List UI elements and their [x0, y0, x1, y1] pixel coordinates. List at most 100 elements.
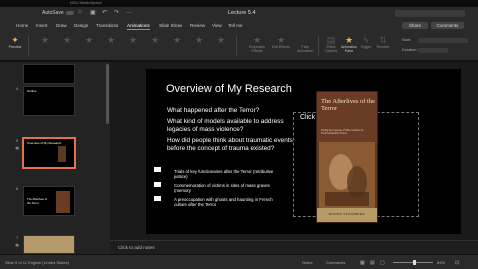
- tab-animations[interactable]: Animations: [127, 23, 150, 30]
- tab-design[interactable]: Design: [74, 23, 88, 28]
- preview-button[interactable]: ✦ Preview: [4, 35, 26, 49]
- animation-effect-7[interactable]: ★: [166, 35, 188, 45]
- bullet-3[interactable]: A preoccupation with ghosts and haunting…: [174, 197, 284, 207]
- emphasis-effects-button[interactable]: ★ Emphasis Effects: [246, 35, 268, 53]
- tab-insert[interactable]: Insert: [36, 23, 48, 28]
- book-cover-image[interactable]: The Afterlives of the Terror Facing the …: [316, 91, 378, 223]
- tab-home[interactable]: Home: [16, 23, 28, 28]
- thumbnail-book-image: [56, 191, 70, 213]
- comments-button[interactable]: Comments: [431, 22, 464, 29]
- animation-star-icon: ✱: [15, 146, 20, 152]
- animation-effect-3[interactable]: ★: [78, 35, 100, 45]
- exit-effects-label: Exit Effects: [272, 45, 290, 49]
- duration-input[interactable]: [418, 48, 448, 53]
- emphasis-effects-label: Emphasis Effects: [249, 45, 265, 53]
- thumbnail-number: 7: [16, 235, 19, 240]
- start-select[interactable]: [418, 38, 468, 43]
- slide-count: Slide 5 of 11: [5, 260, 27, 265]
- animation-effect-1[interactable]: ★: [34, 35, 56, 45]
- bullet-1[interactable]: Trials of key functionaries after the Te…: [174, 169, 284, 179]
- preview-icon: ✦: [11, 35, 19, 45]
- normal-view-icon[interactable]: ▦: [360, 260, 365, 266]
- undo-icon[interactable]: ↶: [102, 9, 107, 16]
- animation-effect-9[interactable]: ★: [210, 35, 232, 45]
- slide-indicator: Slide 5 of 11 English (United States): [5, 260, 69, 265]
- bullet-2[interactable]: Commemoration of victims in sites of mas…: [174, 183, 284, 193]
- tab-tell-me[interactable]: Tell me: [228, 23, 243, 28]
- save-icon[interactable]: ▣: [90, 9, 96, 16]
- slide-thumbnail-6[interactable]: The Afterlives of the Terror: [23, 186, 75, 216]
- star-icon: ★: [194, 35, 204, 45]
- reorder-button[interactable]: ⇅ Reorder: [372, 35, 394, 49]
- duration-label: Duration:: [402, 48, 418, 52]
- more-icon[interactable]: …: [126, 9, 132, 15]
- star-icon: ★: [106, 35, 116, 45]
- tab-slide-show[interactable]: Slide Show: [159, 23, 182, 28]
- search-input[interactable]: [395, 10, 465, 17]
- path-animation-button[interactable]: ◌ Path Animation: [294, 35, 316, 53]
- question-1[interactable]: What happened after the Terror?: [167, 107, 295, 115]
- question-2[interactable]: What kind of models available to address…: [167, 118, 295, 133]
- thumbnail-title: Outline: [27, 89, 37, 93]
- thumbnail-number: 5: [16, 138, 19, 143]
- notes-toggle[interactable]: Notes: [302, 260, 312, 265]
- notes-placeholder[interactable]: Click to add notes: [118, 245, 155, 250]
- redo-icon[interactable]: ↷: [114, 9, 119, 16]
- star-icon: ★: [128, 35, 138, 45]
- window-title: Lecture 5.4: [228, 10, 256, 16]
- share-button[interactable]: Share: [402, 22, 428, 29]
- reading-view-icon[interactable]: ▢: [380, 260, 385, 266]
- notes-pane[interactable]: Click to add notes: [110, 240, 478, 254]
- preview-label: Preview: [8, 45, 22, 49]
- painting-illustration: [319, 142, 375, 208]
- path-animation-label: Path Animation: [297, 45, 313, 53]
- slide-thumbnail-3[interactable]: [23, 64, 75, 84]
- thumbnail-title: The Afterlives of the Terror: [27, 197, 48, 205]
- tab-review[interactable]: Review: [190, 23, 205, 28]
- language-indicator[interactable]: English (United States): [28, 260, 69, 265]
- book-author-band: RONEN STEINBERG: [317, 208, 377, 222]
- animation-star-icon: ✱: [15, 243, 20, 249]
- thumbnail-scrollbar[interactable]: [106, 64, 109, 124]
- question-3[interactable]: How did people think about traumatic eve…: [167, 137, 295, 152]
- bullet-marker: [154, 196, 161, 201]
- reorder-icon: ⇅: [379, 35, 387, 45]
- home-icon[interactable]: ⌂: [78, 9, 82, 15]
- autosave-label: AutoSave: [42, 10, 64, 16]
- current-slide[interactable]: Overview of My Research What happened af…: [146, 69, 461, 234]
- slide-thumbnail-5[interactable]: Overview of My Research: [23, 138, 75, 168]
- zoom-slider-knob[interactable]: [413, 260, 416, 265]
- tab-view[interactable]: View: [212, 23, 222, 28]
- autosave-switch[interactable]: [65, 10, 74, 15]
- comments-toggle[interactable]: Comments: [326, 260, 345, 265]
- animation-effect-2[interactable]: ★: [56, 35, 78, 45]
- bullet-marker: [154, 182, 161, 187]
- browser-tab-title: NSU MediaSpace: [70, 0, 102, 5]
- autosave-toggle[interactable]: AutoSave: [42, 10, 74, 16]
- book-subtitle: Facing the Legacies of Mass Violence in …: [321, 129, 364, 135]
- slide-title[interactable]: Overview of My Research: [166, 83, 292, 95]
- tab-transitions[interactable]: Transitions: [96, 23, 118, 28]
- fit-slide-icon[interactable]: ⊡: [455, 260, 459, 266]
- thumbnail-book-image: [58, 146, 66, 162]
- animation-effect-6[interactable]: ★: [144, 35, 166, 45]
- slide-thumbnail-4[interactable]: Outline: [23, 86, 75, 116]
- ribbon-tab-bar: Home Insert Draw Design Transitions Anim…: [0, 20, 478, 31]
- title-bar: AutoSave ⌂ ▣ ↶ ↷ … Lecture 5.4: [0, 7, 478, 24]
- thumbnail-title: Overview of My Research: [27, 141, 62, 145]
- slide-thumbnail-7[interactable]: [23, 235, 75, 254]
- sorter-view-icon[interactable]: ▤: [370, 260, 375, 266]
- star-icon: ★: [84, 35, 94, 45]
- animation-effect-8[interactable]: ★: [188, 35, 210, 45]
- animation-effect-5[interactable]: ★: [122, 35, 144, 45]
- star-icon: ★: [276, 35, 286, 45]
- zoom-level[interactable]: 69%: [437, 260, 445, 265]
- reorder-label: Reorder: [376, 45, 390, 49]
- star-icon: ★: [62, 35, 72, 45]
- animation-effect-4[interactable]: ★: [100, 35, 122, 45]
- slide-thumbnail-pane: 4 Outline 5 ✱ Overview of My Research 6 …: [0, 62, 110, 254]
- tab-draw[interactable]: Draw: [56, 23, 67, 28]
- exit-effects-button[interactable]: ★ Exit Effects: [270, 35, 292, 49]
- path-icon: ◌: [302, 35, 308, 45]
- star-icon: ★: [216, 35, 226, 45]
